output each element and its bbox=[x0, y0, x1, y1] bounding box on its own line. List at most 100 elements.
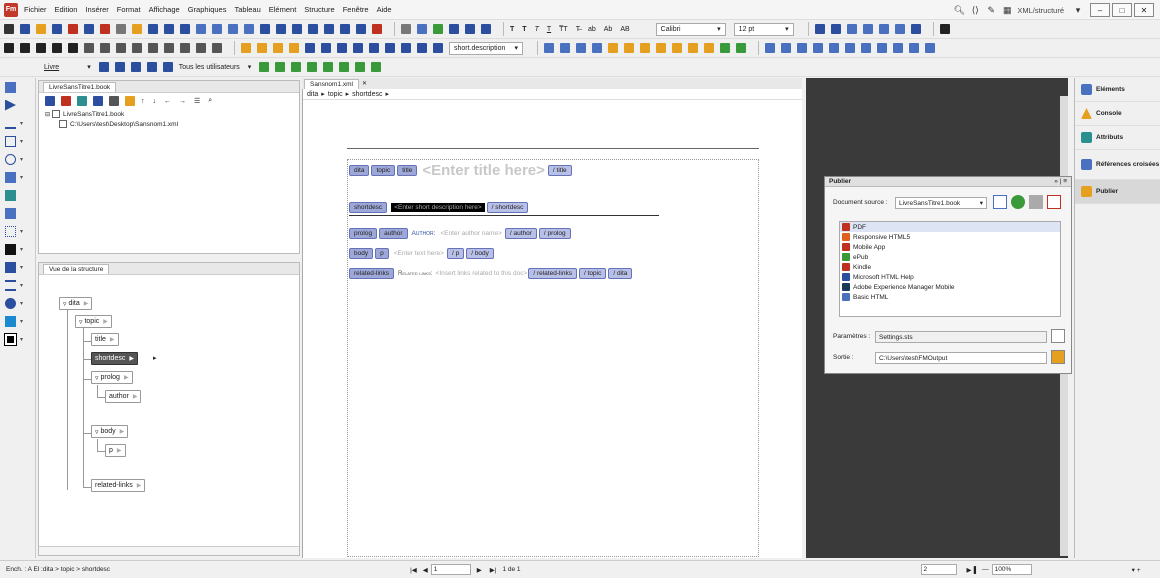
tag-end-prolog[interactable]: / prolog bbox=[538, 228, 571, 239]
find-icon[interactable] bbox=[260, 24, 270, 34]
element-icon[interactable] bbox=[36, 43, 46, 53]
table-insert-icon[interactable] bbox=[640, 43, 650, 53]
tool-line[interactable]: ▾ bbox=[0, 114, 35, 132]
panel-elements[interactable]: Eléments bbox=[1075, 78, 1160, 102]
tag-p[interactable]: p bbox=[375, 248, 389, 259]
menu-format[interactable]: Format bbox=[117, 5, 141, 14]
shortdesc-placeholder[interactable]: <Enter short description here> bbox=[391, 203, 485, 212]
table-insert-icon[interactable] bbox=[688, 43, 698, 53]
breadcrumb-item[interactable]: shortdesc bbox=[352, 91, 382, 98]
tool-pen[interactable]: ▾ bbox=[0, 258, 35, 276]
preview-icon[interactable] bbox=[401, 24, 411, 34]
open-icon[interactable] bbox=[36, 24, 46, 34]
copy-icon[interactable] bbox=[116, 24, 126, 34]
book-tab[interactable]: LivreSansTitre1.book bbox=[43, 81, 117, 92]
format-item-aem-mobile[interactable]: Adobe Experience Manager Mobile bbox=[840, 282, 1060, 292]
close-tab-icon[interactable]: ✕ bbox=[362, 80, 367, 87]
align-left-icon[interactable] bbox=[305, 43, 315, 53]
graphic-frame-icon[interactable] bbox=[893, 43, 903, 53]
marker-icon[interactable] bbox=[228, 24, 238, 34]
publish-run-icon[interactable] bbox=[1011, 195, 1025, 209]
zoom-fit-icon[interactable]: ▶▐ bbox=[967, 566, 977, 574]
subscript-icon[interactable]: ab bbox=[588, 26, 596, 33]
add-group-icon[interactable] bbox=[77, 96, 87, 106]
view-mode-select[interactable]: XML/structuré bbox=[1017, 6, 1064, 15]
breadcrumb-item[interactable]: dita bbox=[307, 91, 318, 98]
params-field[interactable]: Settings.sts bbox=[875, 331, 1047, 343]
table-insert-icon[interactable] bbox=[656, 43, 666, 53]
horizontal-scrollbar[interactable] bbox=[39, 546, 299, 555]
variable-icon[interactable] bbox=[244, 24, 254, 34]
tool-tint[interactable]: ▾ bbox=[0, 294, 35, 312]
arrow-down-icon[interactable] bbox=[273, 43, 283, 53]
tag-dita[interactable]: dita bbox=[349, 165, 370, 176]
tag-related-links[interactable]: related-links bbox=[349, 268, 395, 279]
graphic-frame-icon[interactable] bbox=[765, 43, 775, 53]
table-icon[interactable] bbox=[324, 24, 334, 34]
thesaurus-icon[interactable] bbox=[308, 24, 318, 34]
track-change-icon[interactable] bbox=[339, 62, 350, 72]
export-icon[interactable] bbox=[1047, 195, 1061, 209]
edit-settings-icon[interactable] bbox=[1051, 329, 1065, 343]
structure-node-author[interactable]: author ▶ bbox=[105, 390, 142, 403]
tag-end-title[interactable]: / title bbox=[547, 165, 572, 176]
zoom-dropdown-icon[interactable]: ▾ + bbox=[1132, 566, 1141, 574]
help2-icon[interactable] bbox=[939, 24, 950, 34]
save-book-icon[interactable] bbox=[93, 96, 103, 106]
menu-fenetre[interactable]: Fenêtre bbox=[343, 5, 369, 14]
indent-icon[interactable] bbox=[846, 24, 857, 34]
table-insert-icon[interactable] bbox=[672, 43, 682, 53]
users-filter[interactable]: Tous les utilisateurs bbox=[179, 64, 240, 71]
tag-end-author[interactable]: / author bbox=[504, 228, 537, 239]
overline-icon[interactable]: T̅T bbox=[559, 26, 568, 33]
tag-title[interactable]: title bbox=[397, 165, 418, 176]
replace-icon[interactable] bbox=[276, 24, 286, 34]
table-check-icon[interactable] bbox=[736, 43, 746, 53]
tag-body[interactable]: body bbox=[349, 248, 374, 259]
structure-node-prolog[interactable]: ▿ prolog ▶ bbox=[91, 371, 133, 384]
move-up-icon[interactable] bbox=[544, 43, 554, 53]
format-item-html-help[interactable]: Microsoft HTML Help bbox=[840, 272, 1060, 282]
element-icon[interactable] bbox=[68, 43, 78, 53]
tag-topic[interactable]: topic bbox=[371, 165, 396, 176]
graphic-icon[interactable] bbox=[340, 24, 350, 34]
search-icon[interactable]: 🔍︎ bbox=[953, 4, 965, 16]
related-links-placeholder[interactable]: <Insert links related to this doc> bbox=[436, 270, 528, 277]
page-icon[interactable] bbox=[130, 62, 141, 72]
move-down-icon[interactable] bbox=[560, 43, 570, 53]
align-left-icon[interactable] bbox=[369, 43, 379, 53]
collapse-icon[interactable]: ⊟ bbox=[45, 111, 50, 118]
chevron-down-icon[interactable]: ▾ bbox=[248, 63, 252, 71]
element-icon[interactable] bbox=[84, 43, 94, 53]
element-icon[interactable] bbox=[180, 43, 190, 53]
align-right-icon[interactable] bbox=[337, 43, 347, 53]
add-folder-icon[interactable] bbox=[61, 96, 71, 106]
move-right-icon[interactable]: → bbox=[179, 98, 186, 105]
element-icon[interactable] bbox=[148, 43, 158, 53]
graphic-frame-icon[interactable] bbox=[845, 43, 855, 53]
text-placeholder[interactable]: <Enter text here> bbox=[394, 250, 444, 257]
redo-icon[interactable] bbox=[164, 24, 174, 34]
arrow-up-icon[interactable] bbox=[241, 43, 251, 53]
move-up-icon[interactable]: ↑ bbox=[141, 98, 145, 105]
structure-node-body[interactable]: ▿ body ▶ bbox=[91, 425, 129, 438]
structure-icon[interactable] bbox=[449, 24, 459, 34]
arrow-down-icon[interactable] bbox=[257, 43, 267, 53]
zoom-input[interactable]: 100% bbox=[991, 564, 1032, 575]
structure-node-title[interactable]: title ▶ bbox=[91, 333, 119, 346]
add-file-icon[interactable] bbox=[45, 96, 55, 106]
panel-publish[interactable]: Publier bbox=[1075, 180, 1160, 204]
menu-graphiques[interactable]: Graphiques bbox=[188, 5, 227, 14]
bold-t-icon[interactable]: T bbox=[510, 26, 514, 33]
tool-polygon[interactable]: ▾ bbox=[0, 150, 35, 168]
format-item-mobile-app[interactable]: Mobile App bbox=[840, 242, 1060, 252]
font-family-select[interactable]: Calibri ▾ bbox=[655, 22, 726, 36]
tag-end-topic[interactable]: / topic bbox=[578, 268, 607, 279]
grid-icon[interactable] bbox=[481, 24, 491, 34]
panel-console[interactable]: Console bbox=[1075, 102, 1160, 126]
link-icon[interactable] bbox=[196, 24, 206, 34]
arrow-left-icon[interactable] bbox=[98, 62, 109, 72]
tag-icon[interactable] bbox=[417, 24, 427, 34]
minimize-button[interactable]: – bbox=[1090, 3, 1110, 17]
panel-menu-icon[interactable]: » | ≡ bbox=[1054, 178, 1067, 185]
